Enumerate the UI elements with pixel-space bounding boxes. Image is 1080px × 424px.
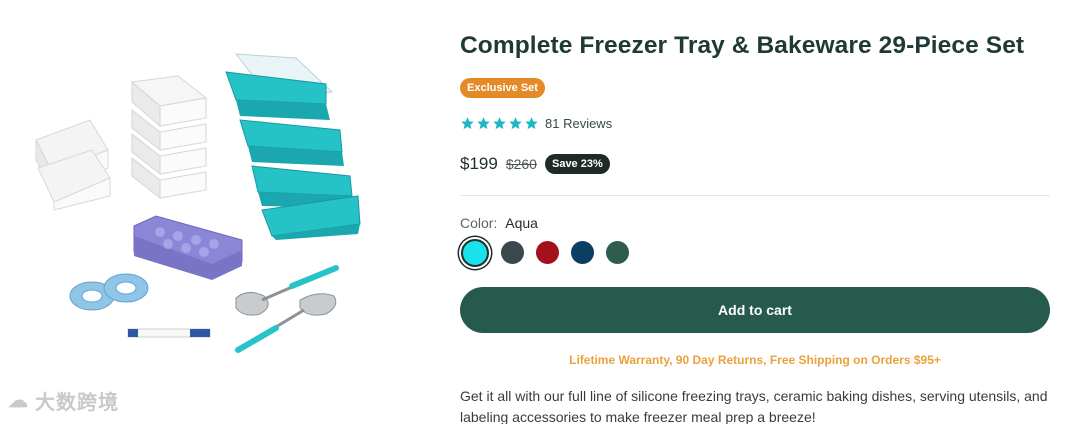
color-label-row: Color: Aqua xyxy=(460,215,538,231)
color-label: Color: xyxy=(460,215,498,231)
divider xyxy=(460,195,1050,196)
compare-price: $260 xyxy=(505,156,537,172)
labeling-tape xyxy=(69,273,149,311)
star-icon xyxy=(477,117,490,130)
save-badge: Save 23% xyxy=(544,154,610,174)
serving-utensils xyxy=(235,265,339,353)
color-swatch-aqua[interactable] xyxy=(461,239,489,267)
purple-tray xyxy=(133,215,243,280)
color-swatch-navy[interactable] xyxy=(571,241,594,264)
exclusive-badge: Exclusive Set xyxy=(460,78,545,98)
color-swatch-green[interactable] xyxy=(606,241,629,264)
product-set-illustration xyxy=(35,53,361,353)
ceramic-dish-small xyxy=(35,119,111,211)
add-to-cart-button[interactable]: Add to cart xyxy=(460,287,1050,333)
color-swatch-charcoal[interactable] xyxy=(501,241,524,264)
watermark-logo-icon: ☁ xyxy=(8,390,29,412)
teal-freezer-trays xyxy=(225,53,361,240)
current-price: $199 xyxy=(460,154,498,173)
price-row: $199 $260 Save 23% xyxy=(460,154,610,174)
star-rating xyxy=(460,116,539,131)
ceramic-dish-stack xyxy=(130,75,208,200)
watermark: ☁ 大数跨境 xyxy=(8,386,119,415)
reviews-count[interactable]: 81 Reviews xyxy=(545,116,612,131)
rating[interactable]: 81 Reviews xyxy=(460,116,612,131)
color-value: Aqua xyxy=(505,215,538,231)
star-icon xyxy=(461,117,474,130)
warranty-notice: Lifetime Warranty, 90 Day Returns, Free … xyxy=(569,353,941,367)
color-swatches xyxy=(460,239,629,267)
product-image[interactable]: ☁ 大数跨境 xyxy=(0,0,420,424)
star-icon xyxy=(509,117,522,130)
color-swatch-red[interactable] xyxy=(536,241,559,264)
star-icon xyxy=(525,117,538,130)
star-icon xyxy=(493,117,506,130)
watermark-text: 大数跨境 xyxy=(35,392,119,414)
marker-pen xyxy=(127,328,211,338)
product-title: Complete Freezer Tray & Bakeware 29-Piec… xyxy=(460,32,1025,59)
product-description: Get it all with our full line of silicon… xyxy=(460,388,1048,424)
